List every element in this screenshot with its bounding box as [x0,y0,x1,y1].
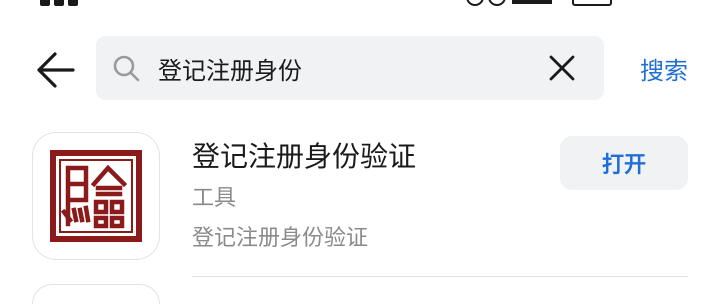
signal-icon [40,0,90,6]
clock [626,0,686,4]
alarm-icon [466,0,484,6]
close-icon [549,55,575,81]
battery-icon [572,0,612,6]
status-bar [0,0,720,10]
clear-search-button[interactable] [542,48,582,88]
network-icon [512,0,552,4]
next-result-icon[interactable] [32,284,160,304]
divider [192,276,688,277]
search-icon [113,55,140,82]
location-icon [488,0,506,6]
app-logo [50,150,142,242]
search-button[interactable]: 搜索 [624,48,704,88]
back-button[interactable] [30,45,80,95]
app-name[interactable]: 登记注册身份验证 [192,138,416,176]
arrow-left-icon [37,52,75,88]
search-input[interactable] [158,48,518,88]
open-app-button[interactable]: 打开 [560,136,688,190]
app-icon[interactable] [32,132,160,260]
app-category: 工具 [192,186,237,211]
search-box[interactable] [96,36,604,100]
status-indicators [466,0,686,6]
app-description: 登记注册身份验证 [192,226,369,251]
